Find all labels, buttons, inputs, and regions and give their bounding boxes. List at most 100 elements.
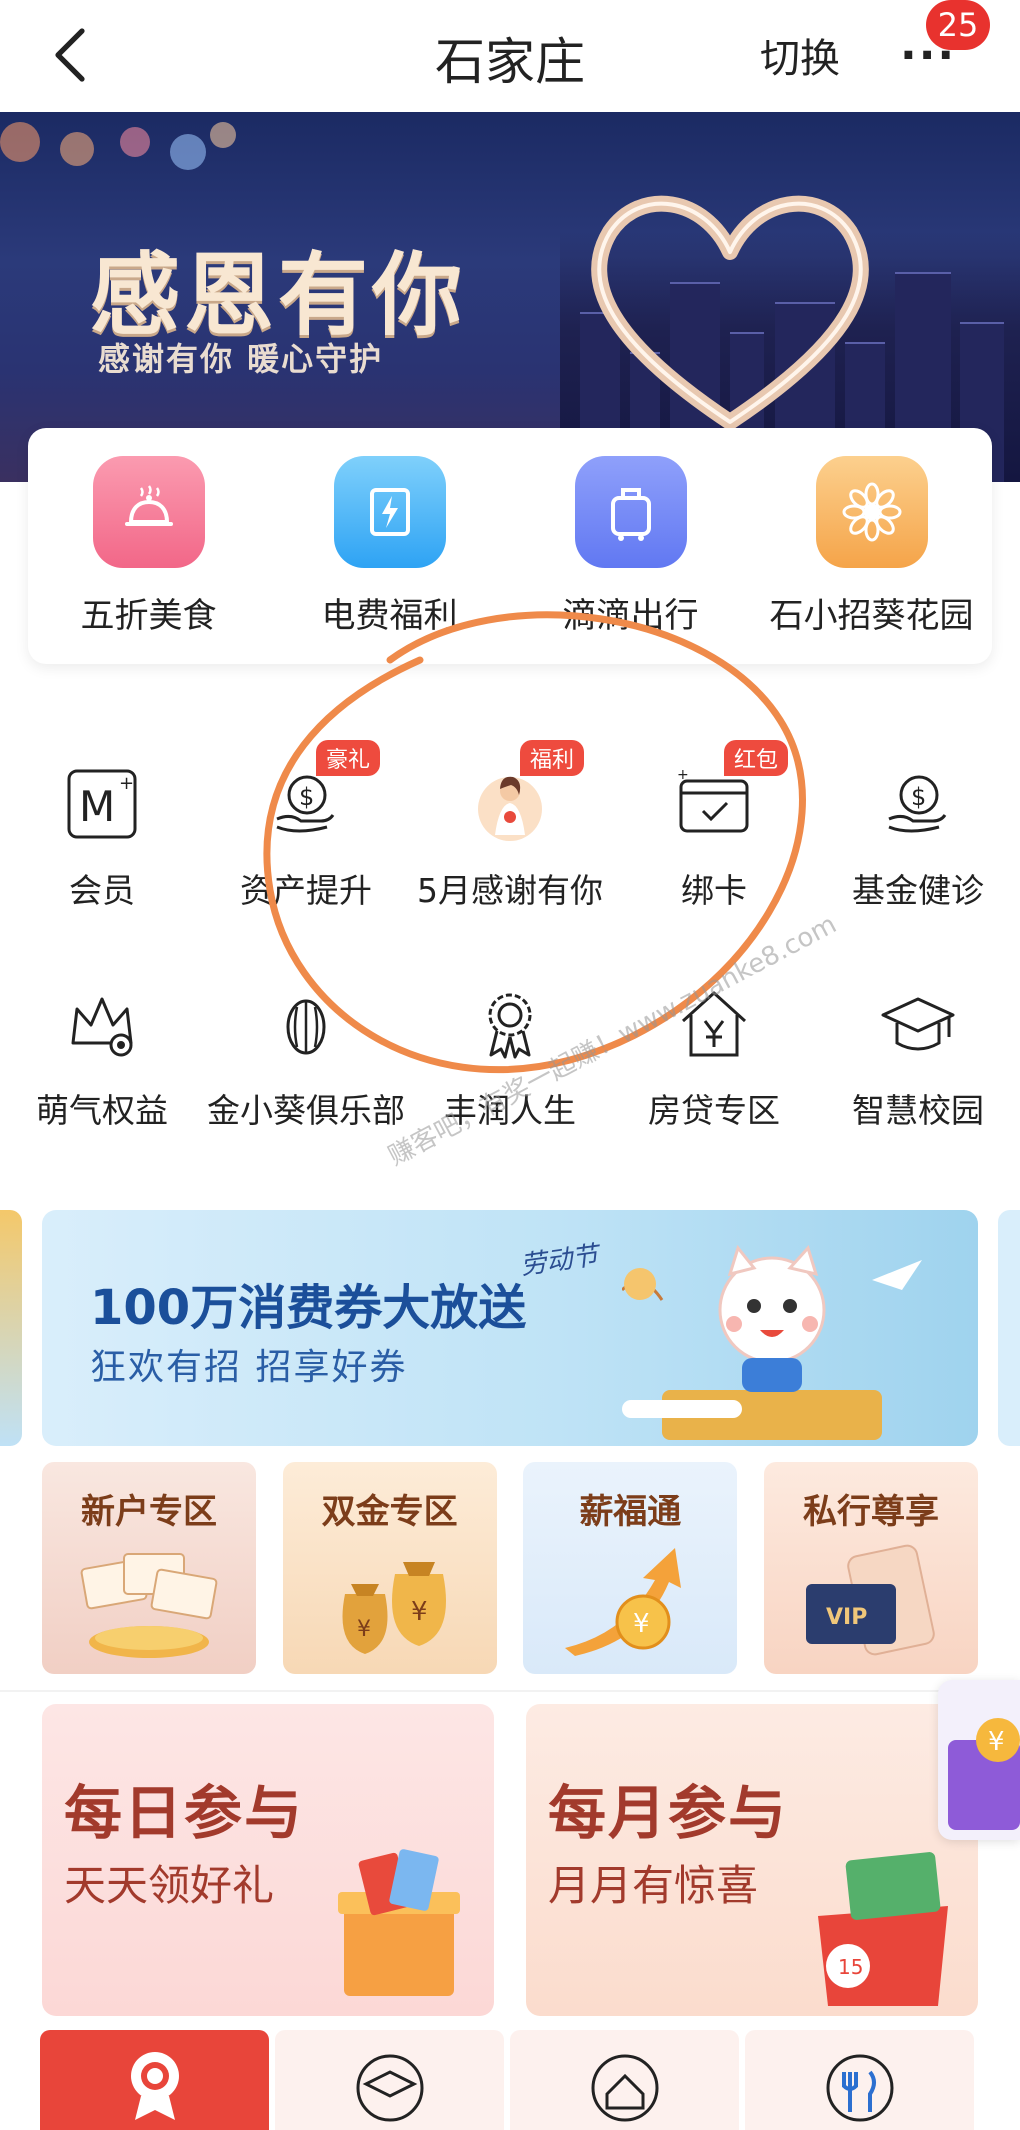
red-envelope-icon: ¥ bbox=[948, 1718, 1020, 1830]
bokeh-light bbox=[0, 122, 40, 162]
red-envelope-gift-icon: 15 bbox=[818, 1852, 948, 2006]
feature-label: 绑卡 bbox=[681, 871, 747, 910]
feature-label: 房贷专区 bbox=[648, 1091, 780, 1130]
feature-label: 丰润人生 bbox=[444, 1091, 576, 1130]
tile-label: 薪福通 bbox=[579, 1492, 682, 1532]
quick-action-didi[interactable]: 滴滴出行 bbox=[510, 428, 751, 664]
carousel-prev-peek[interactable] bbox=[0, 1210, 22, 1446]
rising-coin-icon: ¥ bbox=[565, 1548, 682, 1656]
feature-label: 金小葵俱乐部 bbox=[207, 1091, 405, 1130]
bind-card-icon: + bbox=[670, 760, 758, 848]
tab-smart-community[interactable] bbox=[510, 2030, 739, 2130]
promo-title: 100万消费券大放送 bbox=[90, 1280, 527, 1336]
monthly-participate-card[interactable]: 每月参与 月月有惊喜 15 bbox=[526, 1704, 978, 2016]
card-subtitle: 天天领好礼 bbox=[64, 1861, 275, 1910]
feature-may-thanks[interactable]: 福利 5月感谢有你 bbox=[408, 740, 612, 960]
card-subtitle: 月月有惊喜 bbox=[548, 1861, 759, 1910]
tab-featured[interactable]: 特色 bbox=[40, 2030, 269, 2130]
house-loan-icon bbox=[670, 980, 758, 1068]
bokeh-light bbox=[210, 122, 236, 148]
sunflower-icon bbox=[815, 456, 928, 568]
food-cloche-icon bbox=[92, 456, 205, 568]
bokeh-light bbox=[120, 127, 150, 157]
svg-text:VIP: VIP bbox=[826, 1605, 867, 1630]
tile-label: 双金专区 bbox=[321, 1492, 458, 1532]
feature-smart-campus[interactable]: 智慧校园 bbox=[816, 960, 1020, 1180]
bottom-category-tabs: 特色 bbox=[40, 2030, 980, 2130]
tab-smart-dining[interactable] bbox=[745, 2030, 974, 2130]
banner-title: 感恩有你 bbox=[90, 243, 466, 348]
page-title: 石家庄 bbox=[435, 33, 585, 91]
carousel-next-peek[interactable] bbox=[998, 1210, 1020, 1446]
quick-actions-card: 五折美食 电费福利 滴滴出行 石小招葵花园 bbox=[28, 428, 992, 664]
feature-asset-boost[interactable]: 豪礼 $ 资产提升 bbox=[204, 740, 408, 960]
award-ribbon-icon bbox=[466, 980, 554, 1068]
luggage-icon bbox=[574, 456, 687, 568]
quick-action-sunflower[interactable]: 石小招葵花园 bbox=[751, 428, 992, 664]
tile-new-user[interactable]: 新户专区 bbox=[42, 1462, 256, 1674]
daily-participate-card[interactable]: 每日参与 天天领好礼 bbox=[42, 1704, 494, 2016]
quick-action-label: 五折美食 bbox=[80, 596, 217, 636]
tile-private-banking[interactable]: 私行尊享 VIP bbox=[763, 1462, 978, 1674]
smart-community-icon bbox=[591, 2054, 658, 2122]
smart-dining-icon bbox=[826, 2054, 893, 2122]
banner-subtitle: 感谢有你 暖心守护 bbox=[98, 340, 384, 378]
svg-text:¥: ¥ bbox=[988, 1727, 1005, 1757]
hero-banner[interactable]: 感恩有你 感谢有你 暖心守护 bbox=[0, 112, 1020, 482]
electricity-bill-icon bbox=[333, 456, 446, 568]
svg-text:+: + bbox=[119, 773, 134, 794]
thanks-girl-icon bbox=[466, 760, 554, 848]
feature-label: 萌气权益 bbox=[36, 1091, 168, 1130]
quick-action-food[interactable]: 五折美食 bbox=[28, 428, 269, 664]
feature-member[interactable]: M + 会员 bbox=[0, 740, 204, 960]
tab-smart-campus[interactable] bbox=[275, 2030, 504, 2130]
heart-icon bbox=[591, 195, 869, 430]
feature-bind-card[interactable]: 红包 + 绑卡 bbox=[612, 740, 816, 960]
feature-label: 5月感谢有你 bbox=[417, 871, 603, 910]
feature-label: 基金健诊 bbox=[852, 871, 984, 910]
quick-action-label: 电费福利 bbox=[321, 596, 458, 636]
feature-cute-benefits[interactable]: 萌气权益 bbox=[0, 960, 204, 1180]
tile-double-gold[interactable]: 双金专区 ¥ ¥ bbox=[282, 1462, 497, 1674]
bokeh-light bbox=[170, 134, 206, 170]
svg-text:¥: ¥ bbox=[411, 1597, 428, 1627]
card-title: 每月参与 bbox=[548, 1779, 789, 1847]
feature-prosperous-life[interactable]: 丰润人生 bbox=[408, 960, 612, 1180]
top-nav-bar: 石家庄 切换 ··· 25 bbox=[0, 0, 1020, 112]
tab-label: 特色 bbox=[40, 2126, 269, 2130]
switch-city-button[interactable]: 切换 bbox=[760, 26, 840, 84]
promo-banner[interactable]: 100万消费券大放送 狂欢有招 招享好券 劳动节 bbox=[42, 1210, 978, 1446]
svg-text:¥: ¥ bbox=[633, 1609, 650, 1639]
svg-text:M: M bbox=[79, 782, 115, 831]
coin-hand-icon: $ bbox=[262, 760, 350, 848]
quick-action-label: 滴滴出行 bbox=[562, 596, 699, 636]
notification-badge: 25 bbox=[926, 0, 990, 50]
graduation-cap-icon bbox=[874, 980, 962, 1068]
seed-club-icon bbox=[262, 980, 350, 1068]
bokeh-light bbox=[60, 132, 94, 166]
card-title: 每日参与 bbox=[64, 1779, 305, 1847]
new-user-vouchers-icon bbox=[80, 1553, 218, 1658]
zone-tiles: 新户专区 双金专区 ¥ ¥ 薪福通 ¥ 私行尊享 VIP bbox=[42, 1462, 978, 1674]
feature-label: 会员 bbox=[69, 871, 135, 910]
mascot-cat-icon bbox=[622, 1244, 922, 1440]
app-page: 石家庄 切换 ··· 25 感恩有你 感谢有你 暖心守护 五折美食 电费福利 滴… bbox=[0, 0, 1020, 2130]
tile-salary-welfare[interactable]: 薪福通 ¥ bbox=[523, 1462, 738, 1674]
member-m-icon: M + bbox=[58, 760, 146, 848]
quick-action-label: 石小招葵花园 bbox=[769, 596, 974, 636]
floating-red-envelope[interactable]: ¥ bbox=[938, 1680, 1020, 1840]
feature-sunflower-club[interactable]: 金小葵俱乐部 bbox=[204, 960, 408, 1180]
fund-checkup-icon: $ bbox=[874, 760, 962, 848]
feature-row: M + 会员 豪礼 $ 资产提升 福利 5月感谢有你 红包 + 绑卡 $ 基金健… bbox=[0, 740, 1020, 960]
vip-card-icon: VIP bbox=[805, 1544, 935, 1656]
tile-label: 新户专区 bbox=[81, 1492, 217, 1532]
svg-text:$: $ bbox=[299, 783, 314, 811]
quick-action-electricity[interactable]: 电费福利 bbox=[269, 428, 510, 664]
svg-text:+: + bbox=[677, 767, 689, 783]
section-divider bbox=[0, 1690, 1020, 1692]
svg-text:$: $ bbox=[911, 783, 926, 811]
feature-fund-checkup[interactable]: $ 基金健诊 bbox=[816, 740, 1020, 960]
ribbon-medal-icon bbox=[130, 2052, 179, 2120]
feature-mortgage[interactable]: 房贷专区 bbox=[612, 960, 816, 1180]
feature-grid: M + 会员 豪礼 $ 资产提升 福利 5月感谢有你 红包 + 绑卡 $ 基金健… bbox=[0, 740, 1020, 1180]
